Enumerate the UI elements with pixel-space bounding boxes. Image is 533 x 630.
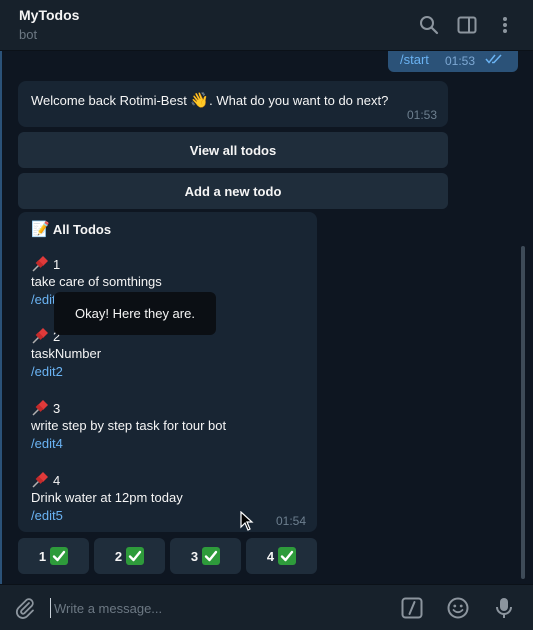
pushpin-icon <box>32 400 48 416</box>
memo-icon: 📝 <box>31 221 50 238</box>
todo-number-1: 1 <box>31 256 60 272</box>
chat-title[interactable]: MyTodos <box>19 7 79 23</box>
todo-edit-link[interactable]: /edit4 <box>31 436 63 451</box>
toast-notification: Okay! Here they are. <box>54 292 216 335</box>
bot-command-icon[interactable] <box>400 596 424 620</box>
outgoing-message-text[interactable]: /start <box>400 52 429 67</box>
welcome-message[interactable]: Welcome back Rotimi-Best 👋. What do you … <box>18 81 448 127</box>
message-list[interactable]: /start 01:53 Welcome back Rotimi-Best 👋.… <box>0 51 533 584</box>
message-input[interactable] <box>50 598 370 618</box>
todo-number-4: 4 <box>31 472 60 488</box>
check-mark-icon <box>278 547 297 565</box>
sidebar-toggle-icon[interactable] <box>455 13 479 37</box>
waving-hand-icon: 👋 <box>190 92 210 109</box>
todos-message-time: 01:54 <box>275 514 306 528</box>
emoji-icon[interactable] <box>446 596 470 620</box>
attach-icon[interactable] <box>13 596 37 620</box>
complete-todo-button-2[interactable]: 2 <box>94 538 165 574</box>
complete-todo-button-1[interactable]: 1 <box>18 538 89 574</box>
search-icon[interactable] <box>417 13 441 37</box>
todo-text: Drink water at 12pm today <box>31 490 183 505</box>
todo-text: take care of somthings <box>31 274 162 289</box>
todo-number: 1 <box>53 257 61 272</box>
todo-edit-link[interactable]: /edit5 <box>31 508 63 523</box>
chat-header[interactable]: MyTodos bot <box>0 0 533 51</box>
welcome-text-before: Welcome back Rotimi-Best <box>31 93 191 108</box>
todo-edit-link[interactable]: /edit2 <box>31 364 63 379</box>
microphone-icon[interactable] <box>492 596 516 620</box>
button-label: 2 <box>114 548 123 564</box>
todo-number: 3 <box>53 401 61 416</box>
check-mark-icon <box>50 547 69 565</box>
welcome-text-after: . What do you want to do next? <box>209 93 389 108</box>
todo-text: taskNumber <box>31 346 102 361</box>
pushpin-icon <box>32 328 48 344</box>
todos-message[interactable]: 📝 All Todos 1 take care of somthings /ed… <box>18 212 317 532</box>
chat-subtitle: bot <box>19 27 38 42</box>
outgoing-message[interactable]: /start 01:53 <box>388 51 518 72</box>
view-all-todos-button[interactable]: View all todos <box>18 132 448 168</box>
outgoing-message-time: 01:53 <box>445 54 476 68</box>
add-new-todo-button[interactable]: Add a new todo <box>18 173 448 209</box>
message-composer <box>0 584 533 630</box>
check-mark-icon <box>126 547 145 565</box>
double-check-icon <box>485 53 503 68</box>
todo-number: 4 <box>53 473 61 488</box>
pushpin-icon <box>32 256 48 272</box>
welcome-message-time: 01:53 <box>406 108 437 122</box>
more-vertical-icon[interactable] <box>493 13 517 37</box>
button-label: 1 <box>38 548 47 564</box>
scrollbar-thumb[interactable] <box>521 246 525 579</box>
todos-heading-text: All Todos <box>52 222 112 237</box>
chat-left-border <box>0 51 2 584</box>
todo-number-3: 3 <box>31 400 60 416</box>
button-label: 4 <box>266 548 275 564</box>
button-label: 3 <box>190 548 199 564</box>
welcome-message-text: Welcome back Rotimi-Best 👋. What do you … <box>31 91 388 109</box>
check-mark-icon <box>202 547 221 565</box>
complete-todo-button-4[interactable]: 4 <box>246 538 317 574</box>
complete-todo-button-3[interactable]: 3 <box>170 538 241 574</box>
pushpin-icon <box>32 472 48 488</box>
mouse-cursor-icon <box>240 510 254 534</box>
todo-text: write step by step task for tour bot <box>31 418 227 433</box>
todos-heading: 📝 All Todos <box>31 220 111 238</box>
